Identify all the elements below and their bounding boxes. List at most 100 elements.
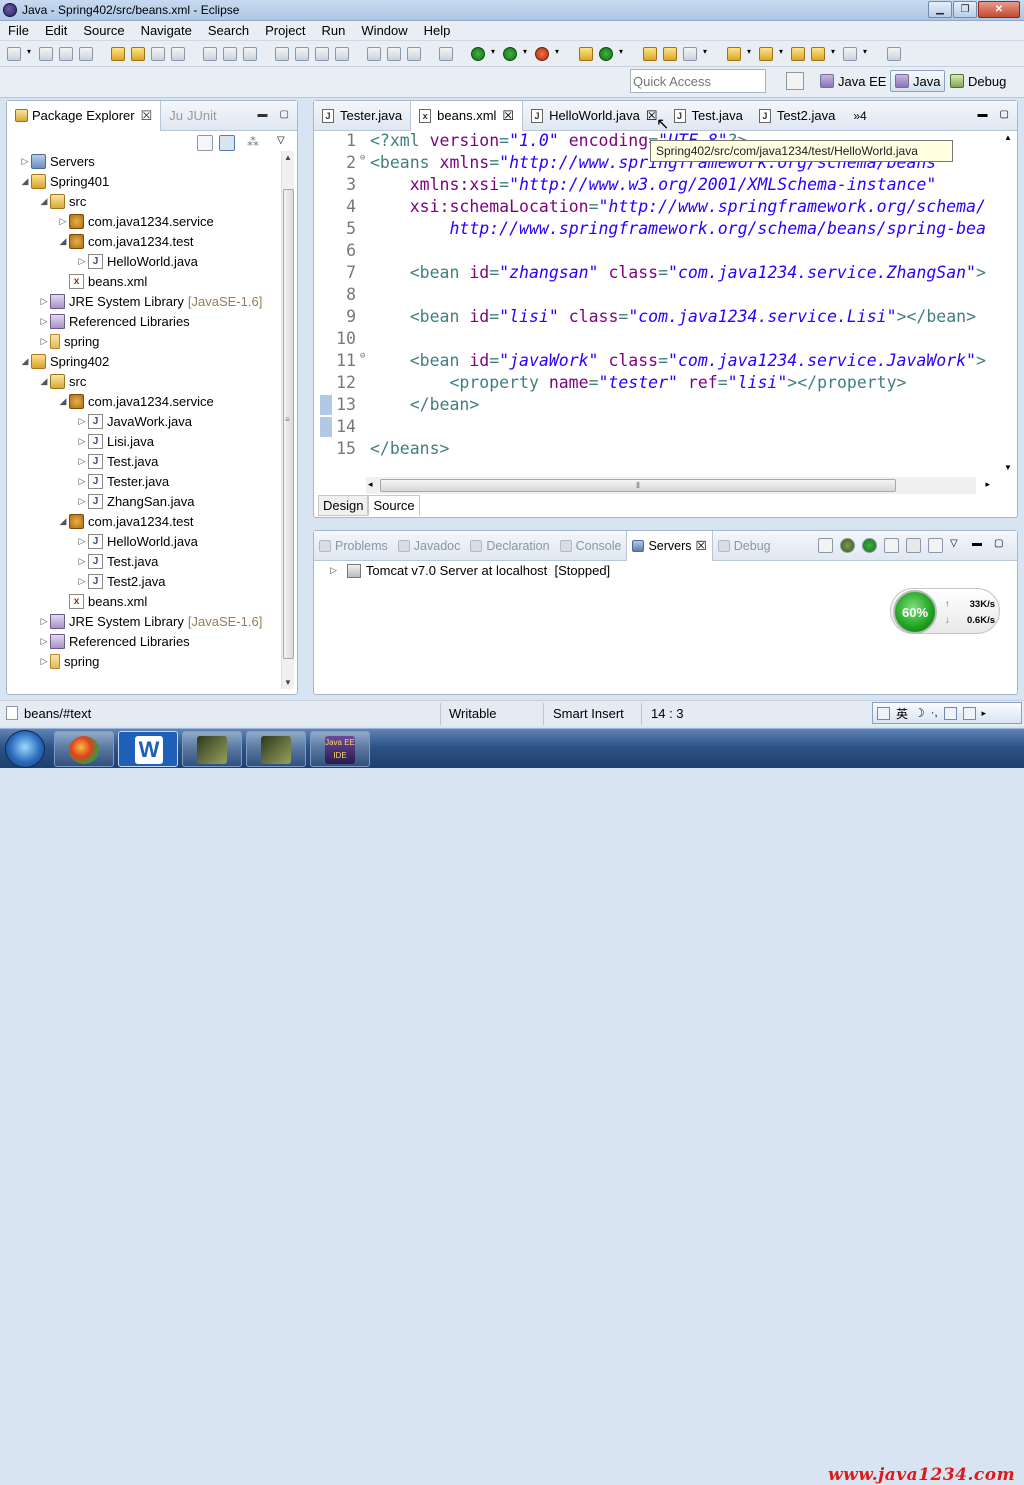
collapsed-arrow-icon[interactable]: ▷ — [38, 296, 50, 307]
menu-help[interactable]: Help — [416, 23, 459, 38]
minimize-icon[interactable]: ▬ — [258, 109, 268, 120]
tree-item[interactable]: ◢ src — [7, 191, 283, 211]
taskbar-eclipse-1[interactable] — [182, 731, 242, 767]
scroll-thumb[interactable]: ⦀ — [380, 479, 896, 492]
server-row[interactable]: ▷ Tomcat v7.0 Server at localhost [Stopp… — [330, 563, 610, 578]
tree-item[interactable]: ▷ J Test2.java — [7, 571, 283, 591]
start-button[interactable] — [5, 730, 45, 768]
tools-icon[interactable] — [962, 706, 976, 720]
suspend-icon[interactable] — [295, 46, 309, 61]
collapsed-arrow-icon[interactable]: ▷ — [76, 456, 88, 467]
maximize-icon[interactable]: ▢ — [994, 538, 1009, 553]
menu-window[interactable]: Window — [353, 23, 415, 38]
tab-design[interactable]: Design — [318, 495, 369, 516]
new-package-icon[interactable] — [599, 46, 613, 61]
collapsed-arrow-icon[interactable]: ▷ — [38, 316, 50, 327]
collapsed-arrow-icon[interactable]: ▷ — [38, 656, 50, 667]
fold-icon[interactable]: ⊖ — [360, 153, 370, 175]
code-line[interactable]: 7 <bean id="zhangsan" class="com.java123… — [314, 263, 1004, 285]
maximize-button[interactable]: ❐ — [953, 1, 977, 18]
debug-icon[interactable] — [471, 46, 485, 61]
tree-item[interactable]: ▷ Referenced Libraries — [7, 311, 283, 331]
collapsed-arrow-icon[interactable]: ▷ — [76, 496, 88, 507]
terminate-icon[interactable] — [315, 46, 329, 61]
tree-item[interactable]: ▷ J JavaWork.java — [7, 411, 283, 431]
expand-arrow-icon[interactable]: ▷ — [330, 565, 337, 576]
external-tools-icon[interactable] — [535, 46, 549, 61]
open-perspective-icon[interactable] — [786, 72, 804, 90]
tree-item[interactable]: ◢ Spring402 — [7, 351, 283, 371]
tree-item[interactable]: ▷ J ZhangSan.java — [7, 491, 283, 511]
collapsed-arrow-icon[interactable]: ▷ — [38, 336, 50, 347]
ime-language[interactable]: 英 — [896, 705, 908, 722]
expanded-arrow-icon[interactable]: ◢ — [57, 516, 69, 527]
code-line[interactable]: 3 xmlns:xsi="http://www.w3.org/2001/XMLS… — [314, 175, 1004, 197]
code-line[interactable]: 8 — [314, 285, 1004, 307]
menu-project[interactable]: Project — [257, 23, 313, 38]
code-line[interactable]: 10 — [314, 329, 1004, 351]
expanded-arrow-icon[interactable]: ◢ — [57, 396, 69, 407]
new-icon[interactable] — [7, 46, 21, 61]
fold-icon[interactable]: ⊖ — [360, 351, 370, 373]
tab-debug[interactable]: Debug — [713, 531, 776, 561]
tree-item[interactable]: ◢ com.java1234.test — [7, 511, 283, 531]
tree-item[interactable]: ◢ src — [7, 371, 283, 391]
moon-icon[interactable]: ☽ — [914, 706, 925, 720]
editor-tab-tester-java[interactable]: J Tester.java — [314, 101, 410, 131]
tab-problems[interactable]: Problems — [314, 531, 393, 561]
tree-item[interactable]: ◢ com.java1234.test — [7, 231, 283, 251]
redo-icon[interactable] — [223, 46, 237, 61]
tab-junit[interactable]: Ju JUnit — [161, 101, 224, 131]
tree-item[interactable]: ▷ J HelloWorld.java — [7, 531, 283, 551]
tree-item[interactable]: ▷ J Tester.java — [7, 471, 283, 491]
tree-item[interactable]: ▷ J HelloWorld.java — [7, 251, 283, 271]
run-icon[interactable] — [503, 46, 517, 61]
collapsed-arrow-icon[interactable]: ▷ — [19, 156, 31, 167]
code-line[interactable]: 5 http://www.springframework.org/schema/… — [314, 219, 1004, 241]
tree-item[interactable]: ▷ J Test.java — [7, 451, 283, 471]
perspective-debug[interactable]: Debug — [946, 70, 1010, 92]
tree-item[interactable]: ▷ J Lisi.java — [7, 431, 283, 451]
collapse-icon[interactable] — [818, 538, 833, 553]
tab-javadoc[interactable]: Javadoc — [393, 531, 466, 561]
code-line[interactable]: 9 <bean id="lisi" class="com.java1234.se… — [314, 307, 1004, 329]
expanded-arrow-icon[interactable]: ◢ — [38, 196, 50, 207]
skip-breakpoints-icon[interactable] — [439, 46, 453, 61]
pin-icon[interactable] — [887, 46, 901, 61]
expanded-arrow-icon[interactable]: ◢ — [19, 176, 31, 187]
code-line[interactable]: 6 — [314, 241, 1004, 263]
punct-icon[interactable]: ·, — [931, 707, 938, 719]
menu-navigate[interactable]: Navigate — [133, 23, 200, 38]
code-line[interactable]: 12 <property name="tester" ref="lisi"></… — [314, 373, 1004, 395]
save-all-icon[interactable] — [59, 46, 73, 61]
tree-item[interactable]: ▷ J Test.java — [7, 551, 283, 571]
ime-logo-icon[interactable] — [877, 706, 890, 720]
collapse-all-icon[interactable] — [197, 135, 213, 151]
tree-item[interactable]: ▷ spring — [7, 331, 283, 351]
code-line[interactable]: 14 — [314, 417, 1004, 439]
taskbar-eclipse-2[interactable] — [246, 731, 306, 767]
keyboard-icon[interactable] — [943, 706, 957, 720]
tab-console[interactable]: Console — [555, 531, 627, 561]
tab-servers[interactable]: Servers ☒ — [626, 530, 713, 561]
close-icon[interactable]: ☒ — [502, 108, 514, 124]
close-icon[interactable]: ☒ — [696, 538, 707, 553]
editor-tab-test2-java[interactable]: J Test2.java — [751, 101, 844, 131]
editor-tab-test-java[interactable]: J Test.java — [666, 101, 751, 131]
taskbar-wps[interactable]: W — [118, 731, 178, 767]
tree-item[interactable]: ▷ spring — [7, 651, 283, 671]
next-annotation-icon[interactable] — [759, 46, 773, 61]
tree-item[interactable]: ▷ JRE System Library [JavaSE-1.6] — [7, 291, 283, 311]
code-line[interactable]: 13 </bean> — [314, 395, 1004, 417]
tab-package-explorer[interactable]: Package Explorer ☒ — [7, 100, 162, 131]
expanded-arrow-icon[interactable]: ◢ — [19, 356, 31, 367]
view-menu-icon[interactable]: ⁂ — [247, 135, 263, 151]
minimize-icon[interactable]: ▬ — [978, 109, 988, 120]
code-line[interactable]: 4 xsi:schemaLocation="http://www.springf… — [314, 197, 1004, 219]
scroll-thumb[interactable]: ≡ — [283, 189, 294, 659]
tree-item[interactable]: x beans.xml — [7, 591, 283, 611]
tree-item[interactable]: ◢ com.java1234.service — [7, 391, 283, 411]
debug-server-icon[interactable] — [840, 538, 855, 553]
minimize-button[interactable]: ▁ — [928, 1, 952, 18]
open-resource-icon[interactable] — [663, 46, 677, 61]
